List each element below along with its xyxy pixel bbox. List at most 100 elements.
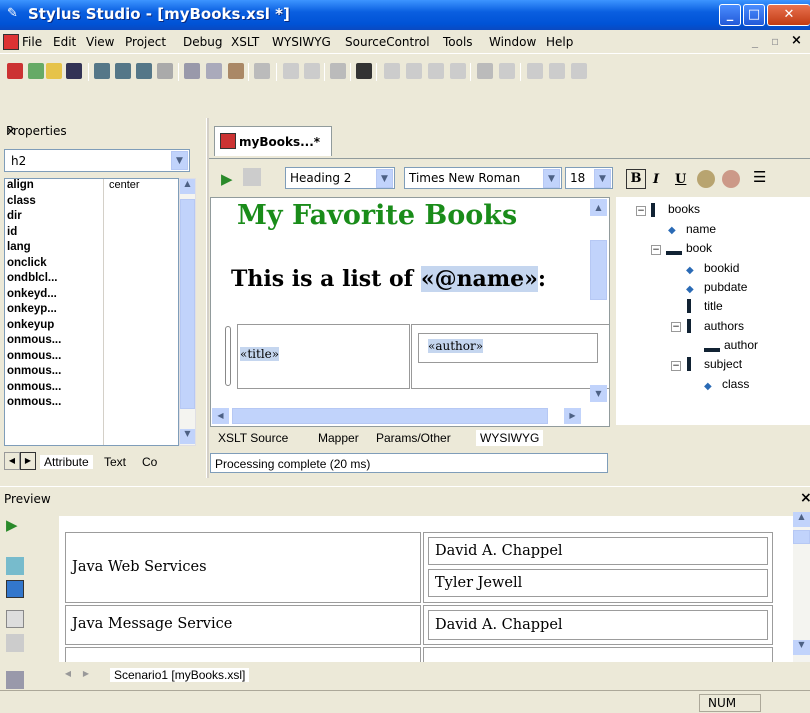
menu-file[interactable]: File <box>22 35 42 49</box>
tree-node-book[interactable]: book <box>686 241 712 255</box>
properties-scrollbar[interactable]: ▲ ▼ <box>179 178 196 446</box>
tab-scenario1[interactable]: Scenario1 [myBooks.xsl] <box>110 668 250 682</box>
menu-sourcecontrol[interactable]: SourceControl <box>345 35 430 49</box>
scroll-up-icon[interactable]: ▲ <box>590 199 607 216</box>
save-icon[interactable] <box>66 63 82 79</box>
editor-hscrollbar[interactable]: ◀ ▶ <box>210 406 585 426</box>
paste-icon[interactable] <box>228 63 244 79</box>
property-row[interactable]: onmous... <box>5 396 178 409</box>
tab-wysiwyg[interactable]: WYSIWYG <box>476 430 544 446</box>
scroll-down-icon[interactable]: ▼ <box>180 429 195 444</box>
scroll-thumb[interactable] <box>232 408 548 424</box>
property-row[interactable]: onkeyp... <box>5 303 178 316</box>
document-tab[interactable]: myBooks...* <box>214 126 332 156</box>
property-row[interactable]: class <box>5 195 178 208</box>
property-value[interactable]: center <box>109 179 140 192</box>
text-view-icon[interactable] <box>6 610 24 628</box>
tree-node-class[interactable]: class <box>722 377 749 391</box>
cut-icon[interactable] <box>184 63 200 79</box>
menu-tools[interactable]: Tools <box>443 35 473 49</box>
scroll-right-icon[interactable]: ▶ <box>564 408 581 424</box>
list-icon[interactable]: ☰ <box>753 168 766 186</box>
tab-text[interactable]: Text <box>104 455 126 469</box>
preview-scrollbar[interactable]: ▲ ▼ <box>793 512 810 662</box>
minimize-button[interactable]: _ <box>719 4 741 26</box>
image-icon[interactable] <box>6 634 24 652</box>
tree-node-title[interactable]: title <box>704 299 723 313</box>
property-row[interactable]: onmous... <box>5 334 178 347</box>
collapse-icon[interactable]: − <box>651 245 661 255</box>
add-icon[interactable] <box>28 63 44 79</box>
new-document-icon[interactable] <box>7 63 23 79</box>
tool-icon-9[interactable] <box>527 63 543 79</box>
scroll-up-icon[interactable]: ▲ <box>793 512 810 527</box>
mdi-close-icon[interactable]: × <box>791 33 802 48</box>
scroll-thumb[interactable] <box>793 530 810 544</box>
mdi-minimize-icon[interactable]: _ <box>752 34 758 48</box>
tool-icon-6[interactable] <box>406 63 422 79</box>
menu-view[interactable]: View <box>86 35 114 49</box>
scroll-down-icon[interactable]: ▼ <box>793 640 810 655</box>
menu-wysiwyg[interactable]: WYSIWYG <box>272 35 331 49</box>
tab-left-icon[interactable]: ◀ <box>4 452 20 470</box>
scroll-thumb[interactable] <box>590 240 607 300</box>
close-icon[interactable]: × <box>800 490 810 506</box>
tree-node-subject[interactable]: subject <box>704 357 742 371</box>
replace-icon[interactable] <box>499 63 515 79</box>
property-row[interactable]: onclick <box>5 257 178 270</box>
property-row[interactable]: onmous... <box>5 365 178 378</box>
preview-pane[interactable]: Java Web Services David A. Chappel Tyler… <box>59 516 793 662</box>
undo-icon[interactable] <box>283 63 299 79</box>
property-row[interactable]: onkeyd... <box>5 288 178 301</box>
underline-button[interactable]: U <box>675 172 686 187</box>
close-button[interactable]: ✕ <box>767 4 810 26</box>
redo-icon[interactable] <box>304 63 320 79</box>
tree-node-pubdate[interactable]: pubdate <box>704 280 747 294</box>
wysiwyg-canvas[interactable]: My Favorite Books This is a list of «@na… <box>210 197 610 427</box>
property-row[interactable]: dir <box>5 210 178 223</box>
tab-mapper[interactable]: Mapper <box>318 431 359 445</box>
tab-co[interactable]: Co <box>142 455 158 469</box>
tool-icon-3[interactable] <box>136 63 152 79</box>
font-select[interactable]: Times New Roman ▼ <box>404 167 562 189</box>
table-cell[interactable]: «author» <box>411 324 609 389</box>
bold-button[interactable]: B <box>626 169 646 189</box>
menu-debug[interactable]: Debug <box>183 35 222 49</box>
property-row[interactable]: align center <box>5 179 178 192</box>
tab-right-icon[interactable]: ▶ <box>20 452 36 470</box>
toggle-icon[interactable] <box>6 557 24 575</box>
preview-icon[interactable] <box>243 168 261 186</box>
tab-attribute[interactable]: Attribute <box>40 455 93 469</box>
property-row[interactable]: ondblcl... <box>5 272 178 285</box>
menu-window[interactable]: Window <box>489 35 536 49</box>
element-select[interactable]: h2 ▼ <box>4 149 190 172</box>
find-icon[interactable] <box>477 63 493 79</box>
browser-icon[interactable] <box>6 580 24 598</box>
scroll-left-icon[interactable]: ◀ <box>212 408 229 424</box>
heading[interactable]: My Favorite Books <box>237 200 517 231</box>
tool-icon-7[interactable] <box>428 63 444 79</box>
help-icon[interactable] <box>356 63 372 79</box>
tool-icon-8[interactable] <box>450 63 466 79</box>
tool-icon-5[interactable] <box>384 63 400 79</box>
property-row[interactable]: onmous... <box>5 381 178 394</box>
tool-icon-2[interactable] <box>115 63 131 79</box>
collapse-icon[interactable]: − <box>636 206 646 216</box>
paragraph[interactable]: This is a list of «@name»: <box>231 266 546 292</box>
close-icon[interactable]: × <box>6 124 16 138</box>
scroll-thumb[interactable] <box>180 199 195 409</box>
menu-xslt[interactable]: XSLT <box>231 35 259 49</box>
tab-right-icon[interactable]: ▶ <box>78 666 94 682</box>
tree-node-authors[interactable]: authors <box>704 319 744 333</box>
collapse-icon[interactable]: − <box>671 361 681 371</box>
highlight-icon[interactable] <box>722 170 740 188</box>
name-field[interactable]: «@name» <box>420 266 538 292</box>
tool-icon-11[interactable] <box>571 63 587 79</box>
size-select[interactable]: 18 ▼ <box>565 167 613 189</box>
tree-node-author[interactable]: author <box>724 338 758 352</box>
row-handle[interactable] <box>225 326 231 386</box>
tool-icon-4[interactable] <box>157 63 173 79</box>
format-icon[interactable] <box>254 63 270 79</box>
print-icon[interactable] <box>330 63 346 79</box>
mdi-restore-icon[interactable]: ▫ <box>771 34 779 48</box>
